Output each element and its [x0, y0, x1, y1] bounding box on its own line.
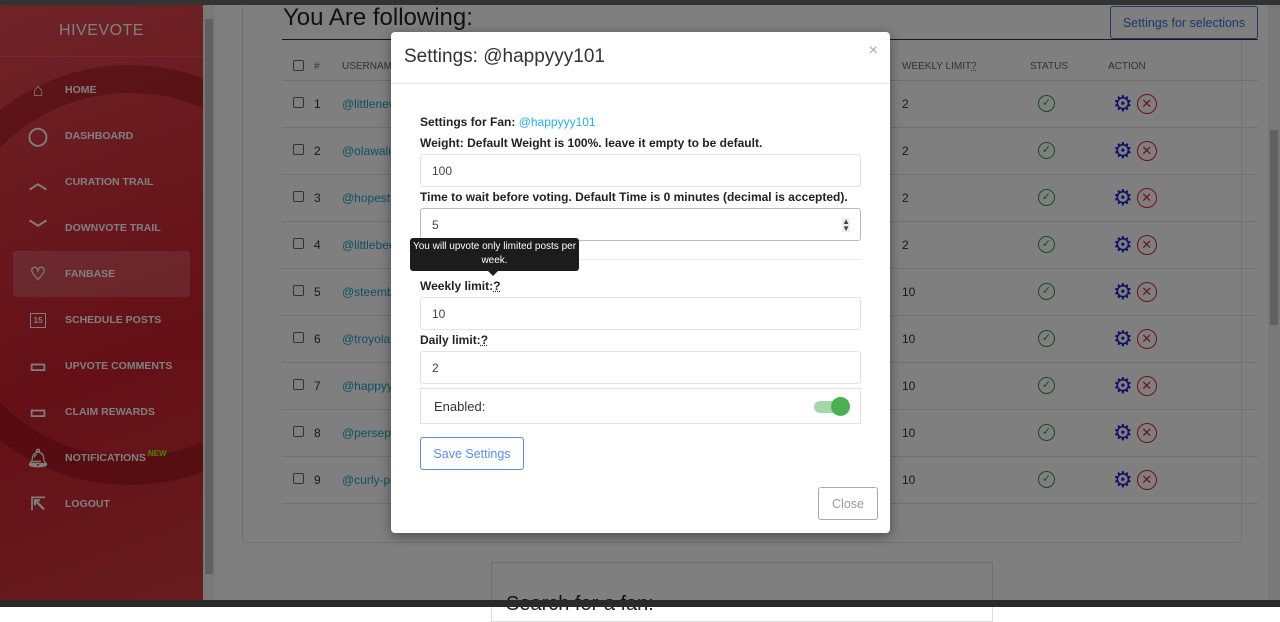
- help-icon[interactable]: ?: [493, 279, 500, 293]
- weekly-label-text: Weekly limit:: [420, 279, 494, 293]
- modal-title: Settings: @happyyy101: [404, 46, 605, 67]
- enabled-label: Enabled:: [434, 398, 486, 414]
- modal-header: Settings: @happyyy101 ×: [391, 32, 890, 84]
- window-bottom-bar: [0, 600, 1280, 607]
- settings-modal: Settings: @happyyy101 × Settings for Fan…: [391, 32, 890, 533]
- weight-input[interactable]: 100: [420, 154, 861, 187]
- weight-value: 100: [432, 163, 453, 178]
- tooltip: You will upvote only limited posts per w…: [410, 238, 579, 276]
- fan-label: Settings for Fan: @happyyy101: [420, 115, 596, 129]
- daily-limit-label: Daily limit:?: [420, 333, 488, 347]
- fan-label-text: Settings for Fan:: [420, 115, 516, 129]
- enabled-toggle[interactable]: [814, 397, 850, 416]
- fan-link[interactable]: @happyyy101: [519, 115, 596, 129]
- weight-label: Weight: Default Weight is 100%. leave it…: [420, 136, 763, 150]
- toggle-knob: [831, 397, 850, 416]
- daily-limit-input[interactable]: 2: [420, 351, 861, 384]
- time-input[interactable]: 5 ▲ ▼: [420, 208, 861, 241]
- daily-label-text: Daily limit:: [420, 333, 481, 347]
- weekly-limit-label: Weekly limit:?: [420, 279, 500, 293]
- enabled-row: Enabled:: [420, 388, 861, 424]
- number-spinner-icon[interactable]: ▲ ▼: [842, 218, 850, 233]
- window-top-bar: [0, 0, 1280, 5]
- time-value: 5: [432, 217, 439, 232]
- daily-value: 2: [432, 360, 439, 375]
- close-icon[interactable]: ×: [869, 42, 878, 60]
- help-icon[interactable]: ?: [481, 333, 488, 347]
- weekly-limit-input[interactable]: 10: [420, 297, 861, 330]
- weekly-value: 10: [432, 306, 446, 321]
- time-label: Time to wait before voting. Default Time…: [420, 190, 848, 204]
- save-settings-button[interactable]: Save Settings: [420, 437, 524, 470]
- close-button[interactable]: Close: [818, 487, 878, 520]
